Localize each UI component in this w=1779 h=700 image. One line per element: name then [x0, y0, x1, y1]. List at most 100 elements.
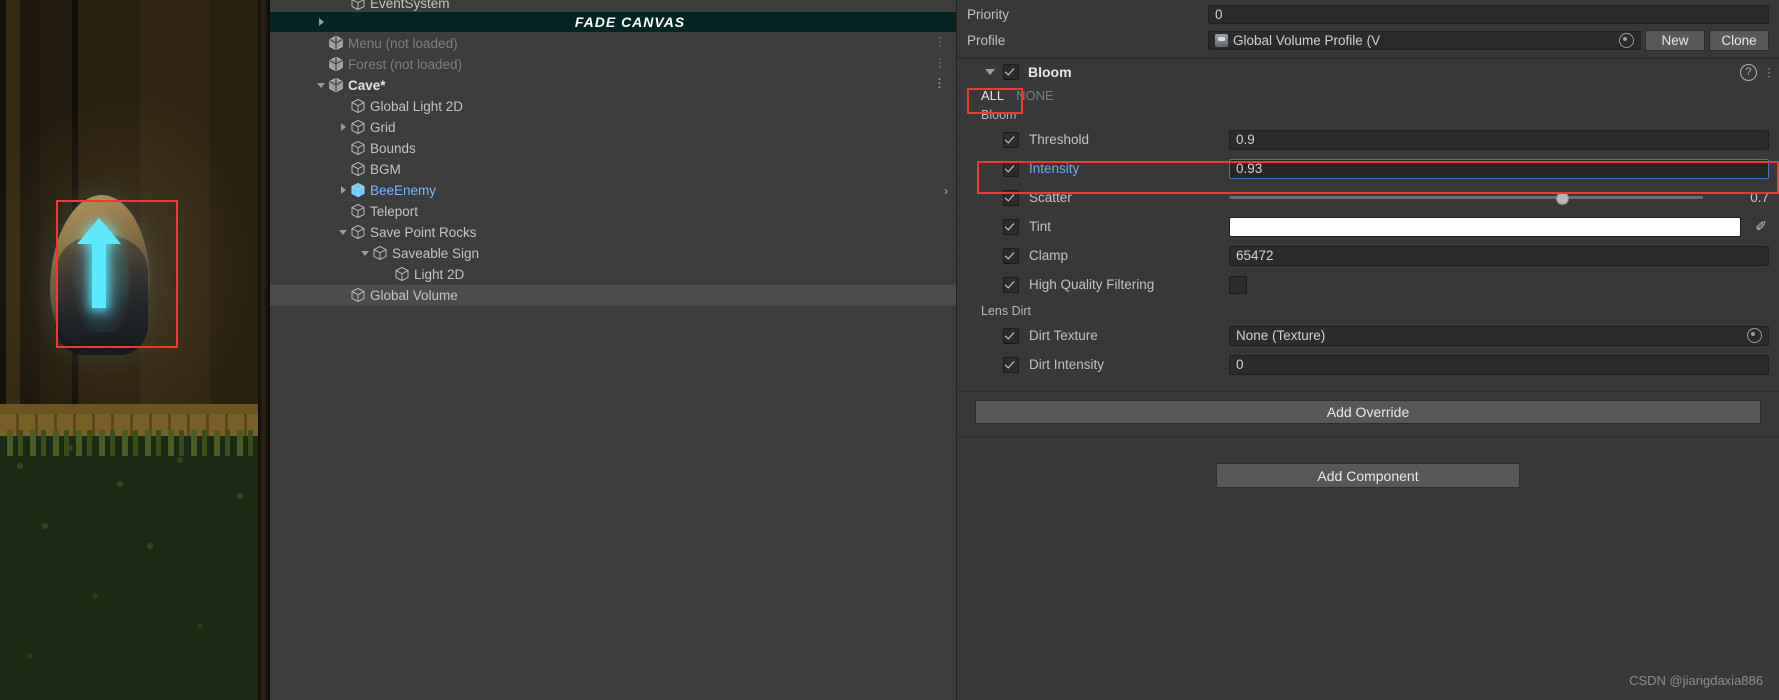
bloom-override-header[interactable]: Bloom ? · · ·: [957, 58, 1779, 85]
hierarchy-foldout-spacer: [338, 142, 350, 154]
hierarchy-item-label: BGM: [370, 161, 401, 177]
gameobject-icon: [350, 119, 366, 135]
scatter-value[interactable]: 0.7: [1711, 190, 1769, 205]
hierarchy-row-global-light-2d[interactable]: Global Light 2D: [270, 96, 956, 117]
hierarchy-item-label: Light 2D: [414, 266, 465, 282]
scatter-slider-track[interactable]: [1229, 191, 1703, 205]
add-component-button[interactable]: Add Component: [1216, 463, 1520, 488]
threshold-label: Threshold: [1029, 132, 1090, 147]
foldout-down-icon[interactable]: [338, 226, 350, 238]
hierarchy-item-label: Save Point Rocks: [370, 224, 477, 240]
help-icon[interactable]: ?: [1740, 63, 1757, 81]
bloom-row-intensity: Intensity 0.93: [957, 154, 1779, 183]
foldout-right-icon[interactable]: [316, 16, 328, 28]
bloom-row-clamp: Clamp 65472: [957, 241, 1779, 270]
hierarchy-item-label: Global Volume: [370, 287, 458, 303]
override-checkbox-tint[interactable]: [1003, 218, 1019, 235]
scatter-slider-handle[interactable]: [1555, 191, 1569, 205]
gameobject-icon: [350, 224, 366, 240]
inspector-panel[interactable]: Priority 0 Profile Global Volume Profile…: [957, 0, 1779, 700]
hierarchy-row-bounds[interactable]: Bounds: [270, 138, 956, 159]
inspector-divider-2: [957, 391, 1779, 392]
profile-value: Global Volume Profile (V: [1233, 32, 1381, 48]
scene-icon: [328, 56, 344, 72]
foldout-right-icon[interactable]: [338, 184, 350, 196]
eyedropper-icon[interactable]: ✐: [1751, 218, 1771, 235]
hierarchy-item-label: BeeEnemy: [370, 182, 437, 198]
gameobject-icon: [350, 98, 366, 114]
priority-label: Priority: [967, 6, 1010, 22]
bloom-foldout-icon[interactable]: [985, 69, 995, 75]
object-picker-icon[interactable]: [1619, 32, 1634, 48]
scene-context-menu-icon[interactable]: · · ·: [938, 33, 942, 52]
bloom-row-tint: Tint ✐: [957, 212, 1779, 241]
hierarchy-row-beeenemy[interactable]: BeeEnemy ›: [270, 180, 956, 201]
hierarchy-row-teleport[interactable]: Teleport: [270, 201, 956, 222]
override-checkbox-high-quality-filtering[interactable]: [1003, 276, 1019, 293]
new-profile-button[interactable]: New: [1645, 29, 1705, 51]
hierarchy-row-eventsystem[interactable]: EventSystem: [270, 0, 956, 12]
context-menu-icon[interactable]: · · ·: [1767, 62, 1771, 82]
none-button[interactable]: NONE: [1016, 88, 1054, 103]
clamp-field[interactable]: 65472: [1229, 245, 1769, 266]
game-view-panel[interactable]: [0, 0, 304, 700]
high-quality-filtering-label: High Quality Filtering: [1029, 277, 1155, 292]
hierarchy-item-label: Menu (not loaded): [348, 35, 458, 51]
dirt-intensity-field[interactable]: 0: [1229, 354, 1769, 375]
foldout-down-icon[interactable]: [360, 247, 372, 259]
priority-field[interactable]: 0: [1208, 4, 1769, 24]
hierarchy-foldout-spacer: [338, 100, 350, 112]
intensity-field[interactable]: 0.93: [1229, 158, 1769, 179]
override-checkbox-threshold[interactable]: [1003, 131, 1019, 148]
hierarchy-item-label: Cave*: [348, 77, 386, 93]
high-quality-filtering-toggle[interactable]: [1229, 275, 1247, 294]
scatter-label: Scatter: [1029, 190, 1072, 205]
hierarchy-row-fade-canvas[interactable]: FADE CANVAS: [270, 12, 956, 33]
bloom-enabled-checkbox[interactable]: [1003, 64, 1019, 80]
gameobject-icon: [350, 0, 366, 11]
hierarchy-panel[interactable]: EventSystem FADE CANVAS Menu (not loaded) ·…: [270, 0, 957, 700]
foldout-right-icon[interactable]: [338, 121, 350, 133]
intensity-label: Intensity: [1029, 161, 1080, 176]
hierarchy-foldout-spacer: [338, 205, 350, 217]
hierarchy-row-global-volume[interactable]: Global Volume: [270, 285, 956, 306]
add-override-button[interactable]: Add Override: [975, 400, 1761, 424]
prefab-open-chevron-icon[interactable]: ›: [944, 184, 948, 198]
override-checkbox-intensity[interactable]: [1003, 160, 1019, 177]
hierarchy-row-bgm[interactable]: BGM: [270, 159, 956, 180]
scene-context-menu-icon[interactable]: · · ·: [938, 54, 942, 73]
all-button[interactable]: ALL: [981, 88, 1004, 103]
override-checkbox-dirt-texture[interactable]: [1003, 327, 1019, 344]
hierarchy-row-cave[interactable]: Cave* · · ·: [270, 75, 956, 96]
dirt-texture-object-field[interactable]: None (Texture): [1229, 325, 1769, 346]
hierarchy-item-label: Global Light 2D: [370, 98, 464, 114]
threshold-field[interactable]: 0.9: [1229, 129, 1769, 150]
hierarchy-row-menu-not-loaded[interactable]: Menu (not loaded) · · ·: [270, 33, 956, 54]
tint-label: Tint: [1029, 219, 1052, 234]
watermark-text: CSDN @jiangdaxia886: [1629, 673, 1763, 688]
hierarchy-foldout-spacer: [338, 0, 350, 11]
hierarchy-row-light-2d[interactable]: Light 2D: [270, 264, 956, 285]
override-checkbox-dirt-intensity[interactable]: [1003, 356, 1019, 373]
tint-color-swatch[interactable]: [1229, 216, 1741, 237]
dirt-texture-label: Dirt Texture: [1029, 328, 1098, 343]
prefab-icon: [350, 182, 366, 198]
profile-object-field[interactable]: Global Volume Profile (V: [1208, 30, 1641, 50]
hierarchy-foldout-spacer: [382, 268, 394, 280]
object-picker-icon[interactable]: [1747, 328, 1762, 343]
hierarchy-row-saveable-sign[interactable]: Saveable Sign: [270, 243, 956, 264]
hierarchy-row-save-point-rocks[interactable]: Save Point Rocks: [270, 222, 956, 243]
hierarchy-row-grid[interactable]: Grid: [270, 117, 956, 138]
clone-profile-button[interactable]: Clone: [1709, 29, 1769, 51]
profile-row: Profile Global Volume Profile (V New Clo…: [957, 27, 1779, 53]
dirt-texture-value: None (Texture): [1236, 328, 1326, 343]
foldout-down-icon[interactable]: [316, 79, 328, 91]
scene-context-menu-icon[interactable]: · · ·: [938, 75, 942, 94]
priority-row: Priority 0: [957, 1, 1779, 27]
override-checkbox-scatter[interactable]: [1003, 189, 1019, 206]
override-checkbox-clamp[interactable]: [1003, 247, 1019, 264]
add-component-row: Add Component: [957, 463, 1779, 488]
hierarchy-item-label: Grid: [370, 119, 396, 135]
scatter-slider[interactable]: 0.7: [1229, 190, 1769, 205]
hierarchy-row-forest-not-loaded[interactable]: Forest (not loaded) · · ·: [270, 54, 956, 75]
